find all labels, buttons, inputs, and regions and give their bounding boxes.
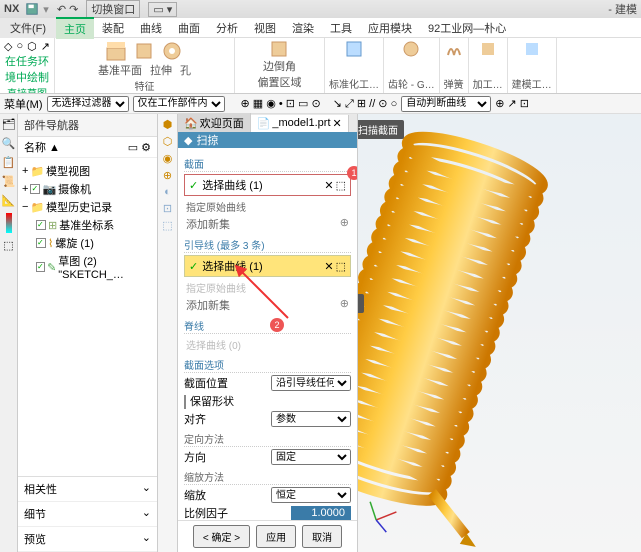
ribbon-spring[interactable]: 弹簧 [440, 38, 469, 93]
menubar: 文件(F) 主页 装配 曲线 曲面 分析 视图 渲染 工具 应用模块 92工业网… [0, 18, 641, 38]
badge-2: 2 [270, 318, 284, 332]
scope-select[interactable]: 仅在工作部件内 [133, 96, 225, 112]
tool-icon[interactable]: ⬚ [336, 179, 346, 192]
ribbon-sketch[interactable]: ◇○⬡↗ 在任务环境中绘制 直接草图 [0, 38, 55, 93]
graphics-viewport[interactable]: 先选择扫描截面 再选择路径 [358, 114, 641, 552]
ribbon-mfg[interactable]: 加工… [469, 38, 508, 93]
nav-detail[interactable]: 细节⌄ [18, 502, 157, 527]
title-suffix: - 建模 [608, 1, 637, 17]
mid-rail: ⬢ ⬡ ◉ ⊕ ◐ ⊡ ⬚ [158, 114, 178, 552]
factor-input[interactable]: 1.0000 [291, 506, 351, 520]
part-navigator: 部件导航器 名称 ▲ ▭ ⚙ +📁模型视图 +📷摄像机 −📁模型历史记录 ⊞基准坐… [18, 114, 158, 552]
tab-model[interactable]: 📄_model1.prt✕ [251, 115, 349, 132]
cancel-button[interactable]: 取消 [302, 525, 342, 548]
menu-view[interactable]: 视图 [246, 18, 284, 38]
scale-select[interactable]: 恒定 [271, 487, 351, 503]
align-select[interactable]: 参数 [271, 411, 351, 427]
menu-tools[interactable]: 工具 [322, 18, 360, 38]
tool-icon[interactable]: ◐ [164, 186, 171, 198]
callout-1: 先选择扫描截面 [358, 120, 404, 139]
orig-curve2: 指定原始曲线 [184, 279, 351, 296]
nav-preview[interactable]: 预览⌄ [18, 527, 157, 552]
model-tree[interactable]: +📁模型视图 +📷摄像机 −📁模型历史记录 ⊞基准坐标系 ⌇螺旋 (1) ✎草图… [18, 158, 157, 476]
opts-header: 截面选项 [184, 357, 351, 373]
sweep-dialog: 🏠欢迎页面 📄_model1.prt✕ ◆ 扫掠 截面 ✓选择曲线 (1) ✕⬚… [178, 114, 358, 552]
tool-icon[interactable]: ◉ [163, 152, 173, 165]
ribbon-sync[interactable]: 边倒角 偏置区域 同步建模 [235, 38, 325, 93]
pos-select[interactable]: 沿引导线任何位置 [271, 375, 351, 391]
ribbon-model[interactable]: 建模工… [508, 38, 557, 93]
callout-2: 再选择路径 [358, 294, 364, 313]
nav-footer: 相关性⌄ 细节⌄ 预览⌄ [18, 476, 157, 552]
section-header: 截面 [184, 156, 351, 172]
tool-icon[interactable]: ⬚ [162, 219, 172, 232]
menu-assembly[interactable]: 装配 [94, 18, 132, 38]
menu-app[interactable]: 应用模块 [360, 18, 420, 38]
select-section-curve[interactable]: ✓选择曲线 (1) ✕⬚ [184, 174, 351, 196]
tool-icon[interactable]: ⊡ [163, 202, 172, 215]
dialog-title: ◆ 扫掠 [178, 132, 357, 148]
guide-header: 引导线 (最多 3 条) [184, 237, 351, 253]
nav-icon[interactable]: 🗂 [2, 118, 16, 131]
tree-item: ⊞基准坐标系 [20, 216, 155, 234]
tool-icon[interactable]: ⬡ [163, 135, 173, 148]
reverse-icon[interactable]: ✕ [324, 260, 333, 273]
tree-item: ✎草图 (2) "SKETCH_… [20, 252, 155, 282]
tree-item: −📁模型历史记录 [20, 198, 155, 216]
add-set[interactable]: 添加新集 ⊕ [184, 215, 351, 233]
menu-analysis[interactable]: 分析 [208, 18, 246, 38]
ribbon: ◇○⬡↗ 在任务环境中绘制 直接草图 基准平面拉伸孔 特征 边倒角 偏置区域 同… [0, 38, 641, 94]
menu-file[interactable]: 文件(F) [0, 18, 56, 38]
nav-related[interactable]: 相关性⌄ [18, 477, 157, 502]
tool-icon[interactable]: ⊕ [163, 169, 172, 182]
select-guide-curve[interactable]: ✓选择曲线 (1) ✕⬚ [184, 255, 351, 277]
tab-welcome[interactable]: 🏠欢迎页面 [178, 113, 251, 133]
titlebar: NX ▾ ↶ ↷ 切换窗口 ▭ ▾ - 建模 [0, 0, 641, 18]
menu-home[interactable]: 主页 [56, 17, 94, 39]
switch-window[interactable]: 切换窗口 [86, 0, 140, 18]
spine-header: 脊线 [184, 318, 351, 334]
spine-sel[interactable]: 选择曲线 (0) [184, 336, 351, 353]
nav-tools[interactable]: ▭ ⚙ [128, 141, 151, 154]
filter-select[interactable]: 无选择过滤器 [47, 96, 129, 112]
ribbon-gear[interactable]: 齿轮 - G… [384, 38, 440, 93]
close-icon[interactable]: ✕ [333, 117, 342, 130]
tree-item: ⌇螺旋 (1) [20, 234, 155, 252]
left-rail: 🗂 🔍 📋 📜 📐 ⬚ [0, 114, 18, 552]
orig-curve[interactable]: 指定原始曲线 [184, 198, 351, 215]
tool-icon[interactable]: ⬢ [163, 118, 173, 131]
save-icon[interactable] [25, 2, 39, 16]
color-icon[interactable] [6, 213, 12, 233]
menu-custom[interactable]: 92工业网—朴心 [420, 18, 514, 38]
tree-item: +📷摄像机 [20, 180, 155, 198]
tree-item: +📁模型视图 [20, 162, 155, 180]
spring-model [358, 114, 641, 552]
nav-title: 部件导航器 [18, 114, 157, 137]
measure-icon[interactable]: 📐 [2, 194, 16, 207]
app-logo: NX [4, 3, 19, 15]
menu-curve[interactable]: 曲线 [132, 18, 170, 38]
curve-rule-select[interactable]: 自动判断曲线 [401, 96, 491, 112]
badge-1: 1 [347, 166, 357, 180]
keep-check[interactable] [184, 395, 186, 409]
nav-column[interactable]: 名称 ▲ [24, 139, 60, 155]
apply-button[interactable]: 应用 [256, 525, 296, 548]
ribbon-feature[interactable]: 基准平面拉伸孔 特征 [55, 38, 235, 93]
ok-button[interactable]: < 确定 > [193, 525, 250, 548]
add-set2[interactable]: 添加新集 ⊕ [184, 296, 351, 314]
dir-select[interactable]: 固定 [271, 449, 351, 465]
tool-icon[interactable]: ⬚ [336, 260, 346, 273]
menu-button[interactable]: 菜单(M) [4, 96, 43, 112]
reverse-icon[interactable]: ✕ [324, 179, 333, 192]
ribbon-std[interactable]: 标准化工… [325, 38, 384, 93]
selection-toolbar: 菜单(M) 无选择过滤器 仅在工作部件内 ⊕ ▦ ◉ • ⊡ ▭ ⊙ ↘ ⤢ ⊞… [0, 94, 641, 114]
history-icon[interactable]: 📜 [2, 175, 16, 188]
menu-surface[interactable]: 曲面 [170, 18, 208, 38]
layer-icon[interactable]: 📋 [2, 156, 16, 169]
material-icon[interactable]: ⬚ [3, 239, 13, 252]
menu-render[interactable]: 渲染 [284, 18, 322, 38]
view-icon[interactable]: 🔍 [2, 137, 16, 150]
